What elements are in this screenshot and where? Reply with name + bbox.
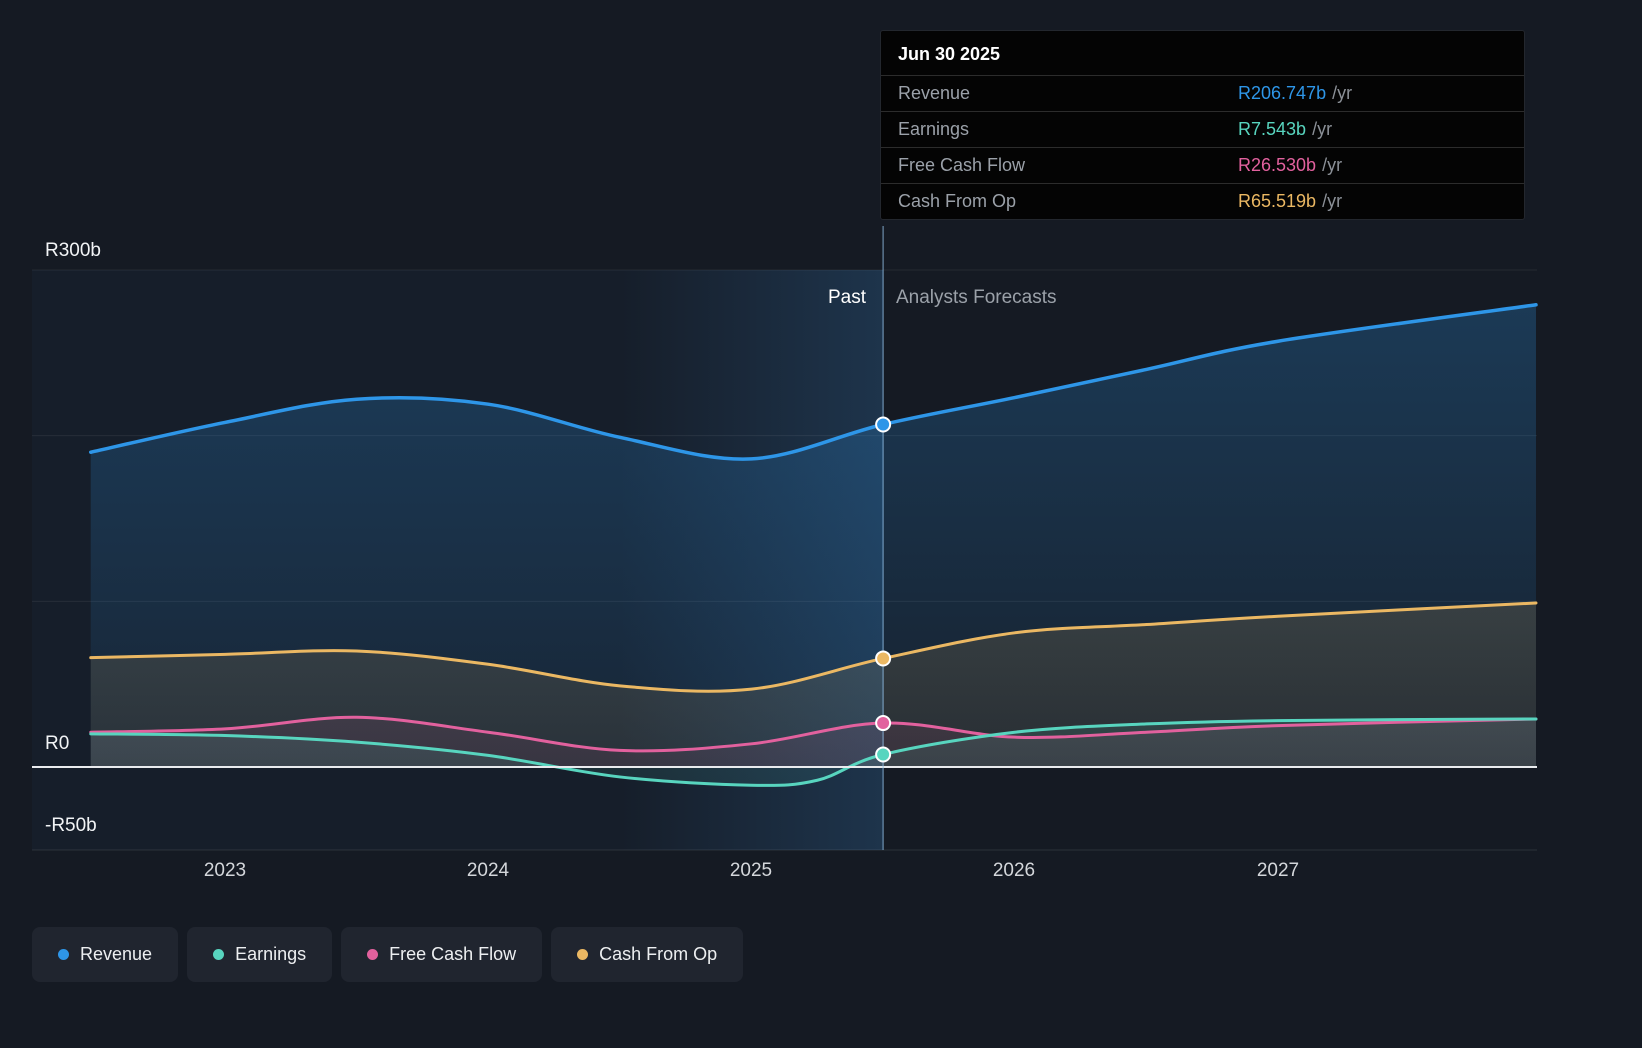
marker-revenue[interactable] <box>875 416 892 433</box>
legend-label: Revenue <box>80 944 153 964</box>
tooltip-row-free-cash-flow: Free Cash Flow R26.530b /yr <box>881 147 1524 183</box>
tooltip-row-earnings: Earnings R7.543b /yr <box>881 111 1524 147</box>
marker-earnings[interactable] <box>875 746 892 763</box>
marker-cash-from-op[interactable] <box>875 650 892 667</box>
legend-item-free-cash-flow[interactable]: Free Cash Flow <box>341 927 543 982</box>
past-label: Past <box>827 287 866 308</box>
tooltip-label: Earnings <box>898 119 970 139</box>
y-axis-label-0: R0 <box>45 733 70 754</box>
revenue-dot-icon <box>58 949 69 960</box>
tooltip-value: R65.519b <box>1238 191 1317 211</box>
tooltip-row-cash-from-op: Cash From Op R65.519b /yr <box>881 183 1524 219</box>
x-axis-label-2024: 2024 <box>466 860 510 881</box>
tooltip-label: Cash From Op <box>898 191 1017 211</box>
tooltip-value: R7.543b <box>1238 119 1307 139</box>
legend-label: Earnings <box>235 944 307 964</box>
cash-from-op-dot-icon <box>577 949 589 960</box>
tooltip-suffix: /yr <box>1322 191 1343 211</box>
x-axis-label-2026: 2026 <box>992 860 1036 881</box>
x-axis-label-2025: 2025 <box>729 860 773 881</box>
tooltip-suffix: /yr <box>1322 155 1343 175</box>
x-axis-label-2023: 2023 <box>203 860 247 881</box>
chart-panel: R300b R0 -R50b 2023 2024 2025 2026 2027 … <box>0 0 1642 1048</box>
marker-free-cash-flow[interactable] <box>875 715 892 732</box>
free-cash-flow-dot-icon <box>367 949 379 960</box>
legend-label: Cash From Op <box>599 944 718 964</box>
y-axis-label-neg50b: -R50b <box>45 815 97 836</box>
legend-label: Free Cash Flow <box>389 944 517 964</box>
legend: Revenue Earnings Free Cash Flow Cash Fro… <box>32 927 744 982</box>
tooltip-value: R206.747b <box>1238 83 1327 103</box>
x-axis-label-2027: 2027 <box>1256 860 1300 881</box>
tooltip-date: Jun 30 2025 <box>898 44 1001 64</box>
legend-item-revenue[interactable]: Revenue <box>32 927 179 982</box>
legend-item-earnings[interactable]: Earnings <box>187 927 333 982</box>
earnings-dot-icon <box>213 949 225 960</box>
tooltip: Jun 30 2025 Revenue R206.747b /yr Earnin… <box>880 30 1525 220</box>
tooltip-label: Free Cash Flow <box>898 155 1026 175</box>
tooltip-value: R26.530b <box>1238 155 1317 175</box>
tooltip-suffix: /yr <box>1312 119 1333 139</box>
tooltip-label: Revenue <box>898 83 971 103</box>
legend-item-cash-from-op[interactable]: Cash From Op <box>551 927 744 982</box>
tooltip-suffix: /yr <box>1332 83 1353 103</box>
tooltip-row-revenue: Revenue R206.747b /yr <box>881 75 1524 111</box>
forecast-label: Analysts Forecasts <box>896 287 1057 308</box>
y-axis-label-300b: R300b <box>45 240 101 261</box>
